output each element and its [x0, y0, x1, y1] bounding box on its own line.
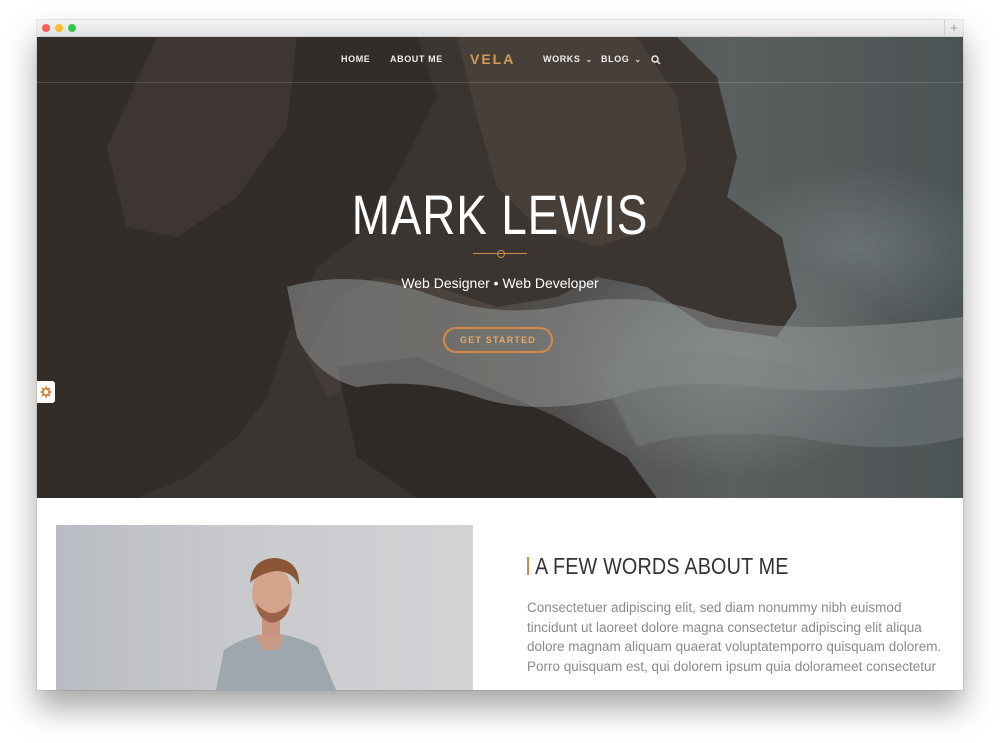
- nav-blog[interactable]: BLOG ⌄: [601, 54, 642, 64]
- chevron-down-icon: ⌄: [634, 55, 642, 64]
- chevron-down-icon: ⌄: [585, 55, 593, 64]
- gear-icon: [40, 386, 52, 398]
- nav-blog-label: BLOG: [601, 54, 630, 64]
- nav-home[interactable]: HOME: [341, 54, 370, 64]
- search-icon[interactable]: [651, 55, 661, 65]
- hero-subtitle: Web Designer • Web Developer: [401, 275, 599, 291]
- minimize-window-button[interactable]: [55, 24, 63, 32]
- nav-about-me[interactable]: ABOUT ME: [390, 54, 443, 64]
- get-started-button[interactable]: GET STARTED: [443, 327, 553, 353]
- about-paragraph-1: Consectetuer adipiscing elit, sed diam n…: [527, 600, 942, 654]
- main-navigation: HOME ABOUT ME VELA WORKS ⌄ BLOG ⌄: [37, 37, 963, 83]
- hero-title: MARK LEWIS: [351, 183, 649, 246]
- browser-window: + HOME ABOUT ME VELA WORKS ⌄ BLOG ⌄ MARK…: [37, 20, 963, 690]
- about-heading: A FEW WORDS ABOUT ME: [535, 553, 789, 579]
- nav-works-label: WORKS: [543, 54, 581, 64]
- maximize-window-button[interactable]: [68, 24, 76, 32]
- hero-overlay: [37, 37, 963, 498]
- hero-section: HOME ABOUT ME VELA WORKS ⌄ BLOG ⌄ MARK LEW…: [37, 37, 963, 498]
- portrait-image: [216, 558, 336, 690]
- nav-works[interactable]: WORKS ⌄: [543, 54, 593, 64]
- new-tab-button[interactable]: +: [944, 20, 963, 36]
- browser-titlebar: +: [37, 20, 963, 37]
- about-paragraph-2: Porro quisquam est, qui dolorem ipsum qu…: [527, 658, 936, 674]
- close-window-button[interactable]: [42, 24, 50, 32]
- about-photo: [56, 525, 473, 690]
- site-logo[interactable]: VELA: [470, 51, 515, 67]
- heading-accent-bar: [527, 557, 529, 575]
- divider-ornament: [497, 250, 505, 258]
- settings-panel-toggle[interactable]: [37, 381, 55, 403]
- about-text: Consectetuer adipiscing elit, sed diam n…: [527, 598, 947, 676]
